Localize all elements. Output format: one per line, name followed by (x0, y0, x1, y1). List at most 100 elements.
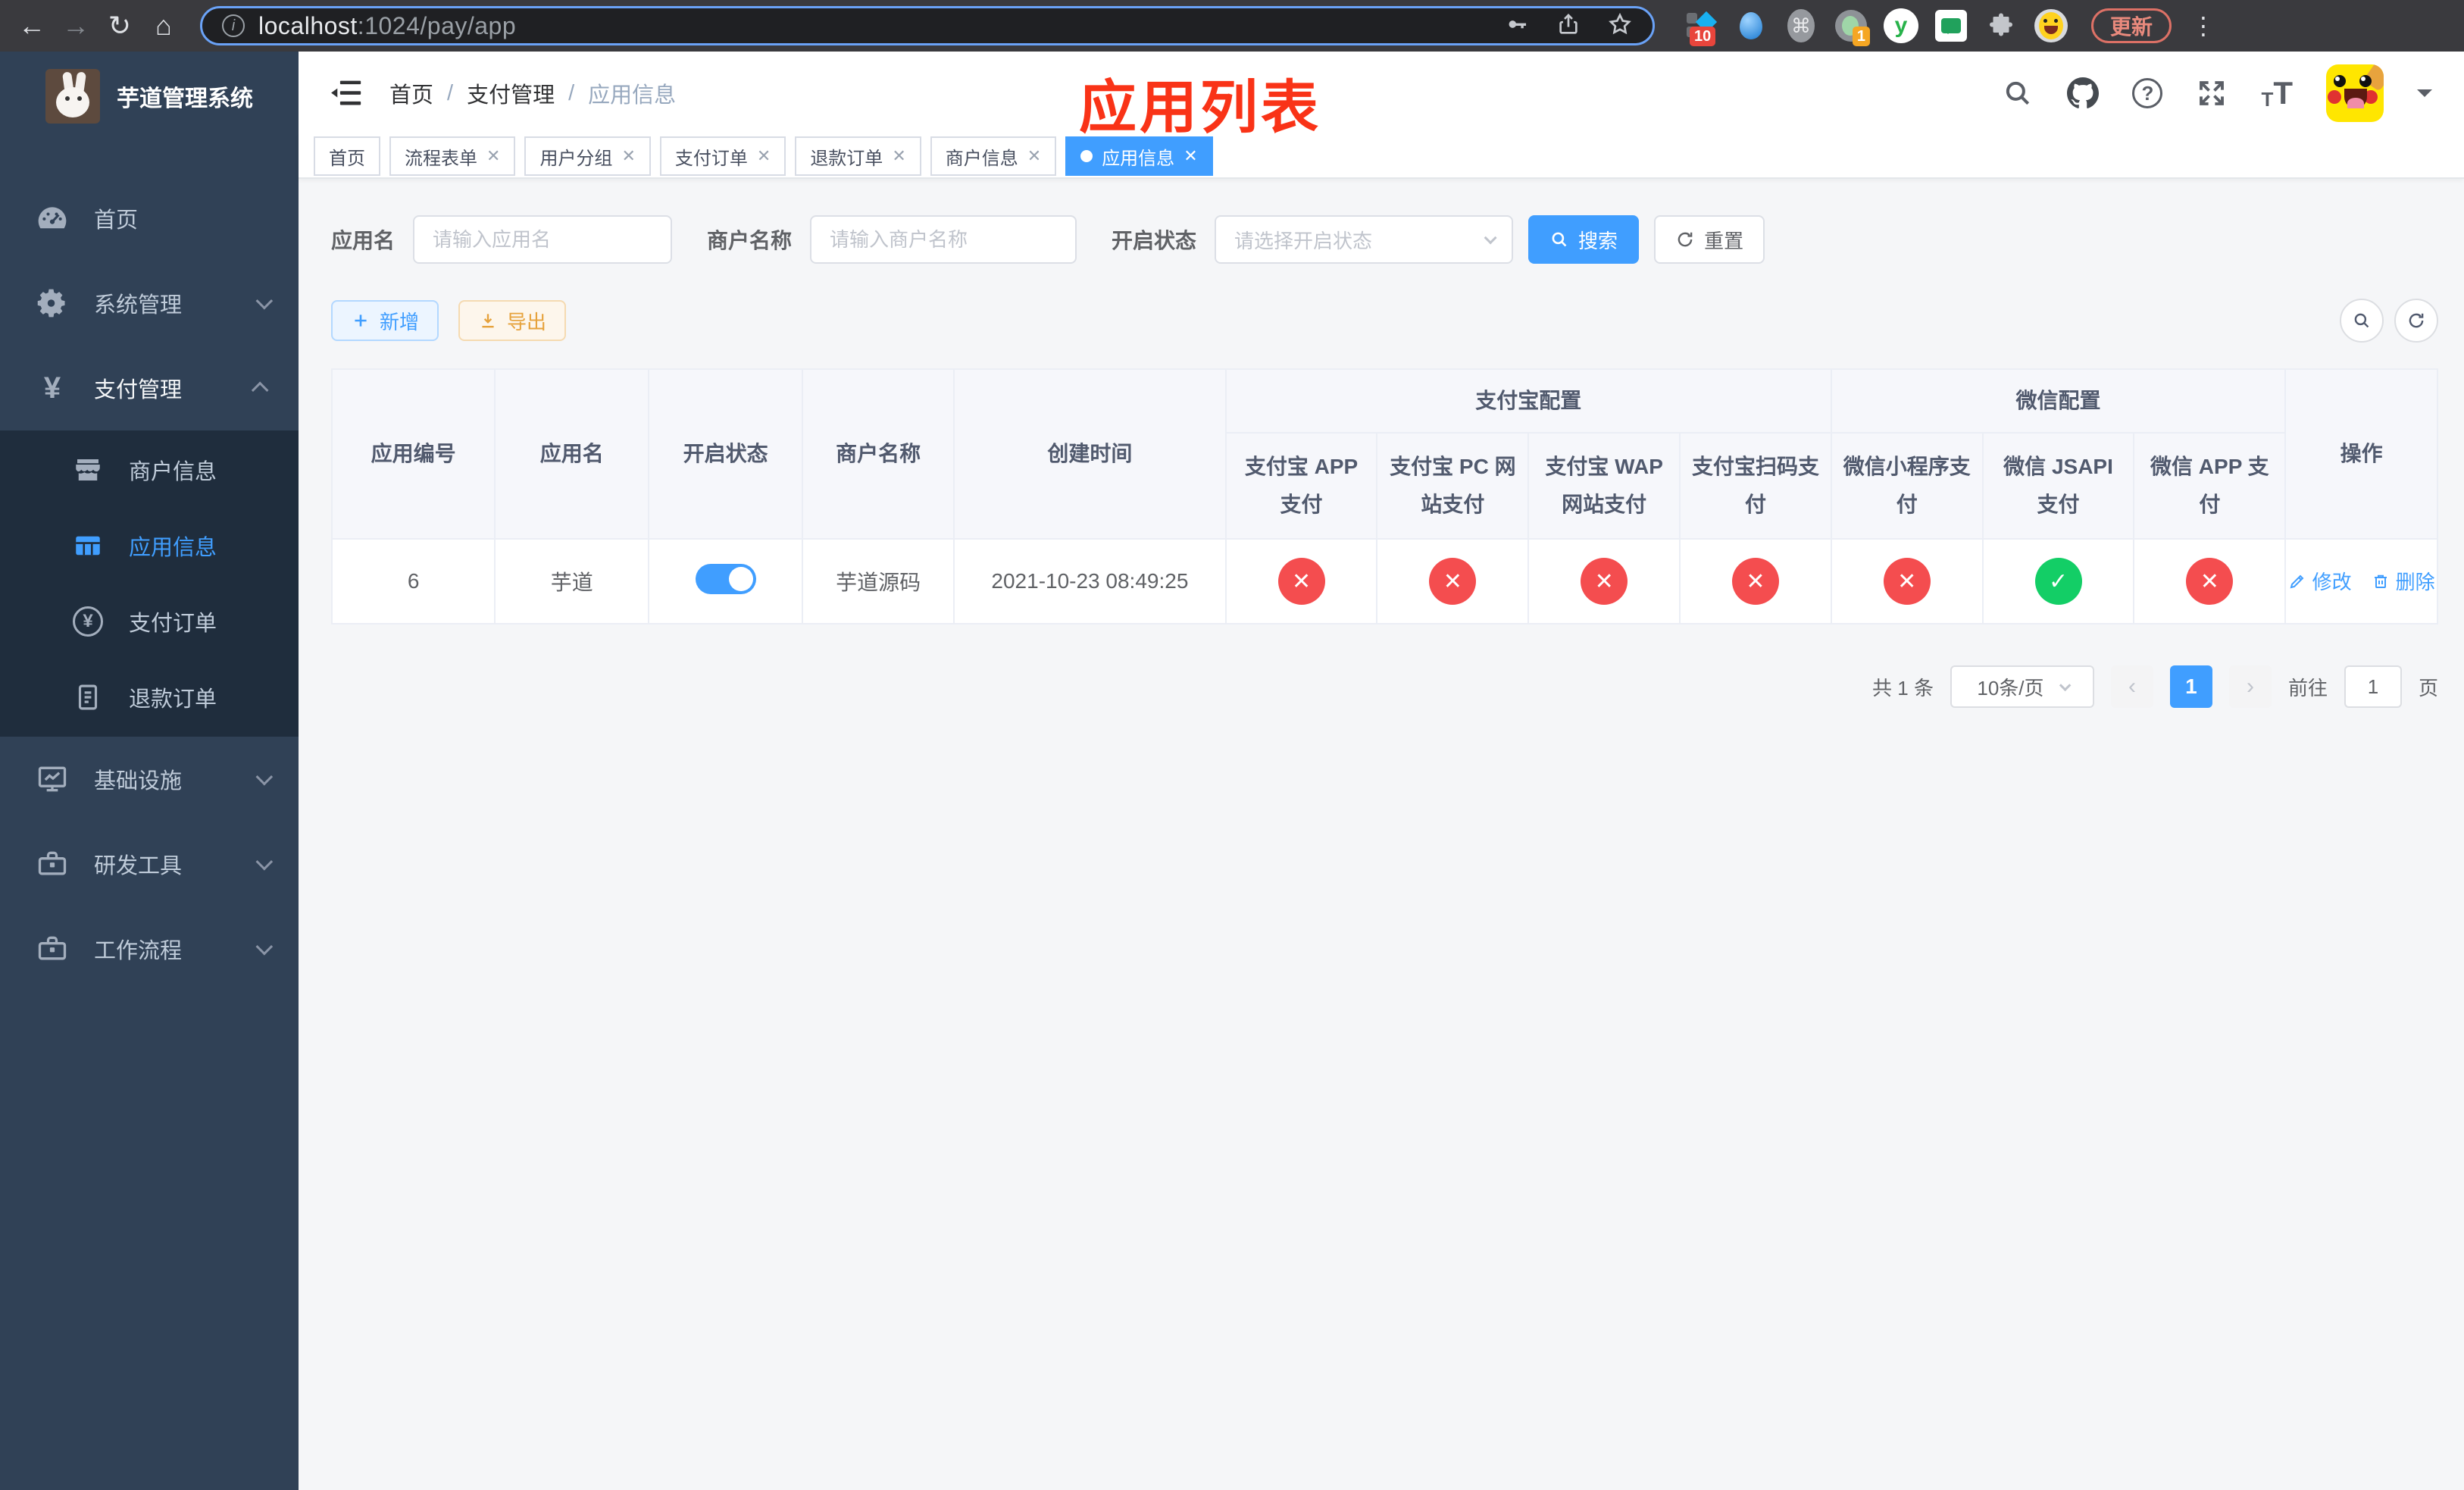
fullscreen-icon[interactable] (2196, 77, 2228, 109)
profile-avatar-icon[interactable] (2034, 8, 2068, 43)
payment-submenu: 商户信息 应用信息 ¥ 支付订单 退款订单 (0, 430, 299, 737)
alipay-wap-status-icon (1581, 558, 1628, 605)
profile-extension-icon[interactable]: 1 (1834, 8, 1870, 46)
breadcrumb-home[interactable]: 首页 (389, 77, 433, 109)
sidebar-item-refund-orders[interactable]: 退款订单 (0, 659, 299, 735)
browser-update-button[interactable]: 更新 (2091, 8, 2172, 43)
search-icon (1552, 232, 1567, 247)
github-icon[interactable] (2067, 77, 2100, 109)
page-size-select[interactable]: 10条/页 (1950, 665, 2094, 708)
pagination: 共 1 条 10条/页 ‹ 1 › 前往 页 (331, 665, 2438, 708)
sidebar-item-label: 工作流程 (94, 939, 183, 963)
close-icon[interactable]: ✕ (1027, 146, 1041, 166)
address-bar[interactable]: i localhost:1024/pay/app (200, 6, 1655, 45)
col-group-alipay: 支付宝配置 (1224, 368, 1832, 434)
app-name-input[interactable] (413, 215, 673, 264)
sidebar-item-payment[interactable]: ¥ 支付管理 (0, 346, 299, 430)
goto-page-input[interactable] (2344, 665, 2402, 708)
breadcrumb: 首页 / 支付管理 / 应用信息 (389, 77, 676, 109)
command-extension-icon[interactable]: ⌘ (1784, 8, 1818, 43)
font-size-icon[interactable]: TT (2261, 77, 2293, 110)
extensions-puzzle-icon[interactable] (1984, 8, 2018, 43)
edit-button[interactable]: 修改 (2288, 567, 2352, 595)
search-icon[interactable] (2002, 77, 2034, 109)
toolbox-icon (33, 847, 71, 881)
apps-table: 应用编号 应用名 开启状态 商户名称 创建时间 支付宝配置 微信配置 操作 支付… (330, 368, 2438, 624)
user-menu-caret-icon[interactable] (2417, 89, 2432, 105)
sidebar-item-home[interactable]: 首页 (0, 176, 299, 261)
page-number-button[interactable]: 1 (2169, 665, 2212, 708)
sidebar-item-workflow[interactable]: 工作流程 (0, 906, 299, 991)
password-key-icon[interactable] (1504, 11, 1530, 41)
merchant-name-label: 商户名称 (707, 229, 793, 252)
sidebar-collapse-icon[interactable] (330, 78, 364, 108)
chevron-down-icon (255, 292, 274, 310)
breadcrumb-current: 应用信息 (588, 83, 677, 108)
table-row: 6 芋道 芋道源码 2021-10-23 08:49:25 ✕ ✕ ✕ ✕ ✕ … (330, 538, 2438, 624)
tag-pay-orders[interactable]: 支付订单 ✕ (659, 136, 786, 176)
status-toggle[interactable] (695, 563, 756, 594)
reset-button[interactable]: 重置 (1654, 215, 1765, 264)
chevron-down-icon (255, 938, 274, 956)
sidebar-item-system[interactable]: 系统管理 (0, 261, 299, 346)
tag-merchant-info[interactable]: 商户信息 ✕ (930, 136, 1057, 176)
sidebar-item-infrastructure[interactable]: 基础设施 (0, 737, 299, 822)
col-group-wechat: 微信配置 (1830, 368, 2287, 434)
reload-icon[interactable]: ↻ (102, 8, 138, 44)
close-icon[interactable]: ✕ (757, 146, 771, 166)
dashboard-icon (33, 202, 71, 235)
sidebar-item-dev-tools[interactable]: 研发工具 (0, 822, 299, 906)
chat-extension-icon[interactable] (1934, 8, 1968, 43)
site-info-icon[interactable]: i (222, 14, 245, 37)
pinned-extension-icon[interactable]: 10 (1684, 8, 1718, 46)
tags-view-bar: 首页 流程表单 ✕ 用户分组 ✕ 支付订单 ✕ 退款订单 ✕ 商户信息 ✕ 应用信息 ✕ (299, 135, 2464, 179)
sidebar-item-app-info[interactable]: 应用信息 (0, 508, 299, 584)
status-label: 开启状态 (1112, 229, 1197, 252)
close-icon[interactable]: ✕ (892, 146, 905, 166)
cell-merchant: 芋道源码 (802, 538, 955, 624)
show-search-button[interactable] (2340, 299, 2384, 343)
download-icon (482, 314, 494, 328)
tag-refund-orders[interactable]: 退款订单 ✕ (795, 136, 921, 176)
home-icon[interactable]: ⌂ (145, 8, 182, 44)
balloon-extension-icon[interactable] (1734, 8, 1768, 43)
status-select[interactable]: 请选择开启状态 (1215, 215, 1514, 264)
col-created: 创建时间 (953, 368, 1227, 540)
document-icon (70, 681, 106, 713)
breadcrumb-payment[interactable]: 支付管理 (467, 77, 555, 109)
share-icon[interactable] (1556, 11, 1581, 41)
refresh-icon (1678, 232, 1693, 247)
bookmark-star-icon[interactable] (1607, 11, 1633, 41)
url-text[interactable]: localhost:1024/pay/app (258, 12, 516, 40)
plus-icon (355, 315, 367, 327)
sidebar-item-merchant-info[interactable]: 商户信息 (0, 432, 299, 508)
tag-user-group[interactable]: 用户分组 ✕ (524, 136, 651, 176)
close-icon[interactable]: ✕ (621, 146, 635, 166)
app-title: 芋道管理系统 (117, 86, 253, 111)
cell-app-id: 6 (330, 538, 496, 624)
page-content: 应用名 商户名称 开启状态 请选择开启状态 搜索 重置 (299, 179, 2464, 1490)
yen-circle-icon: ¥ (70, 606, 106, 637)
refresh-table-button[interactable] (2394, 299, 2438, 343)
tag-process-form[interactable]: 流程表单 ✕ (389, 136, 516, 176)
add-button[interactable]: 新增 (331, 300, 439, 341)
forward-icon[interactable]: → (58, 8, 94, 44)
browser-menu-icon[interactable]: ⋮ (2191, 11, 2215, 40)
merchant-name-input[interactable] (810, 215, 1077, 264)
close-icon[interactable]: ✕ (486, 146, 500, 166)
tag-home[interactable]: 首页 (314, 136, 380, 176)
close-icon[interactable]: ✕ (1184, 146, 1197, 166)
prev-page-button[interactable]: ‹ (2110, 665, 2153, 708)
y-extension-icon[interactable]: y (1884, 8, 1918, 43)
delete-button[interactable]: 删除 (2372, 567, 2435, 595)
wechat-jsapi-status-icon (2034, 558, 2082, 605)
back-icon[interactable]: ← (14, 8, 50, 44)
next-page-button[interactable]: › (2228, 665, 2272, 708)
avatar[interactable] (2326, 64, 2384, 122)
col-wechat-jsapi: 微信 JSAPI 支付 (1981, 432, 2135, 540)
sidebar-item-pay-orders[interactable]: ¥ 支付订单 (0, 584, 299, 659)
export-button[interactable]: 导出 (458, 300, 567, 341)
sidebar-item-label: 支付管理 (94, 378, 183, 402)
search-button[interactable]: 搜索 (1528, 215, 1640, 264)
help-icon[interactable]: ? (2132, 78, 2163, 108)
